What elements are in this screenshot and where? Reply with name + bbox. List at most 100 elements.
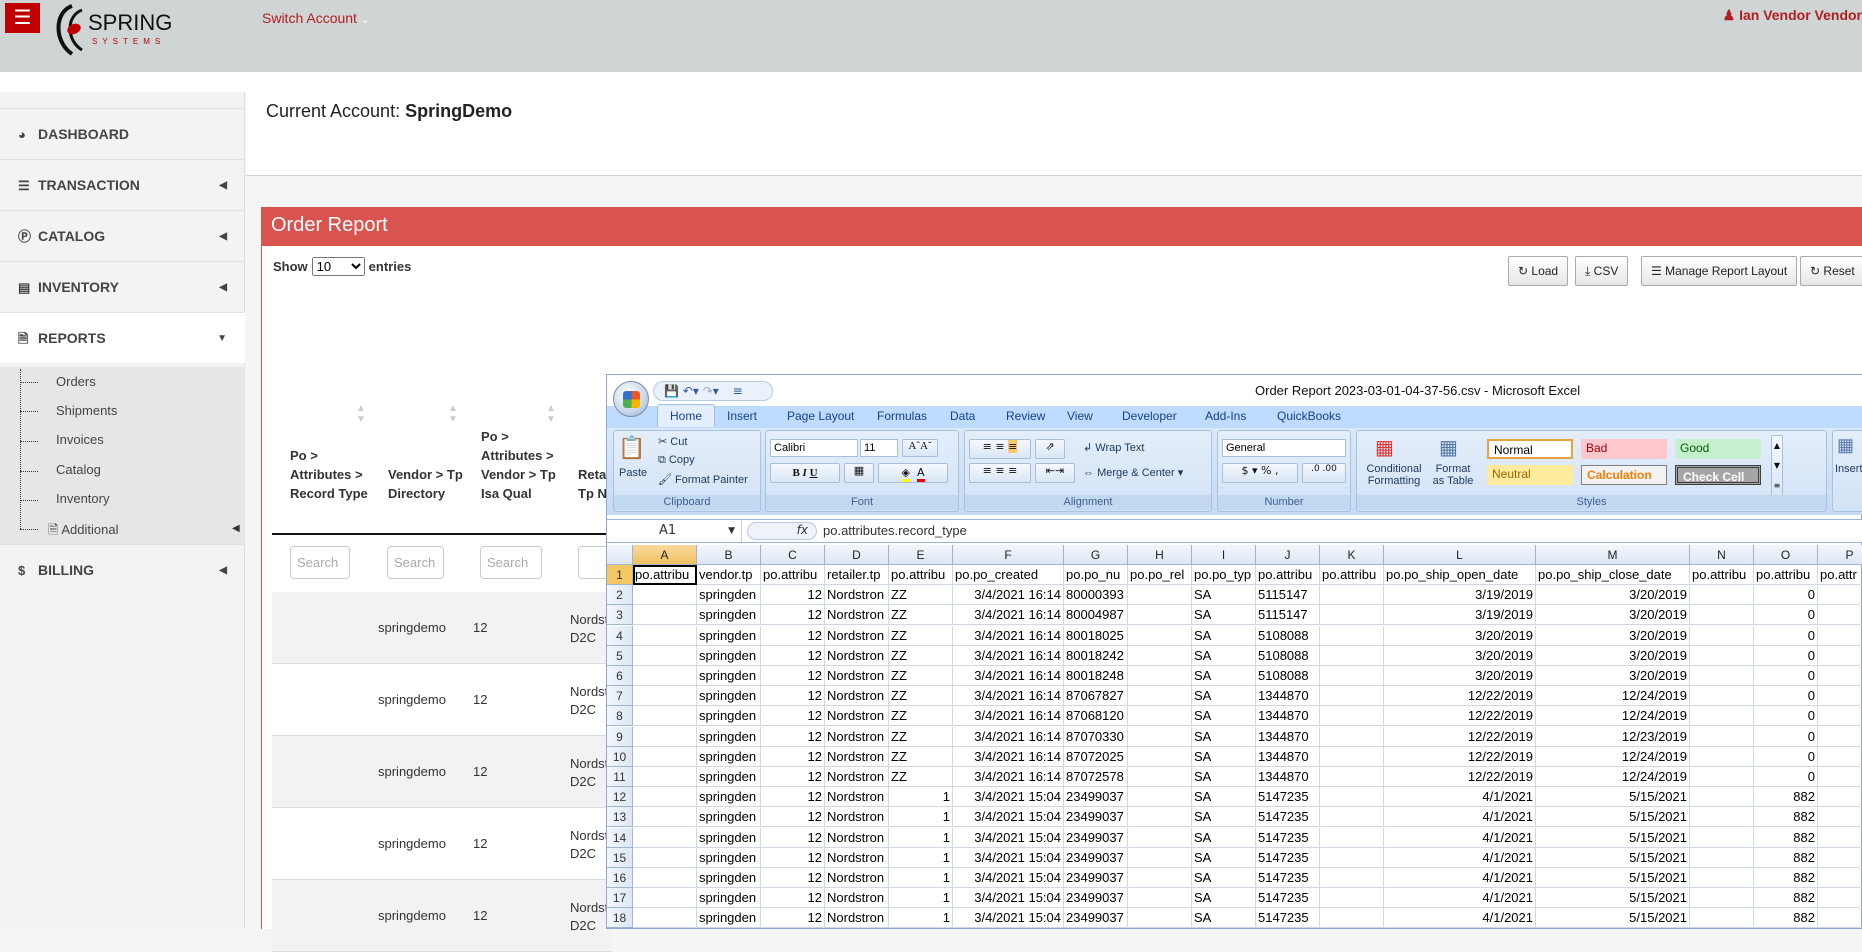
spreadsheet-cell[interactable] [633,686,697,706]
format-painter-button[interactable]: 🖌 Format Painter [658,473,748,486]
spreadsheet-cell[interactable]: springden [697,605,761,625]
row-header[interactable]: 15 [607,848,633,868]
spreadsheet-cell[interactable]: 23499037 [1064,787,1128,807]
spreadsheet-cell[interactable]: po.attribu [1754,565,1818,585]
spreadsheet-cell[interactable]: 12 [761,807,825,827]
spreadsheet-cell[interactable] [633,747,697,767]
spreadsheet-cell[interactable] [633,646,697,666]
cell-style-neutral[interactable]: Neutral [1487,465,1573,485]
spreadsheet-cell[interactable]: SA [1192,807,1256,827]
spreadsheet-cell[interactable]: 5147235 [1256,888,1320,908]
spreadsheet-cell[interactable]: SA [1192,626,1256,646]
spreadsheet-cell[interactable]: 23499037 [1064,848,1128,868]
spreadsheet-cell[interactable]: 0 [1754,706,1818,726]
spreadsheet-cell[interactable]: 0 [1754,767,1818,787]
row-header[interactable]: 18 [607,908,633,928]
spreadsheet-cell[interactable]: 23499037 [1064,888,1128,908]
spreadsheet-cell[interactable]: po.attribu [761,565,825,585]
spreadsheet-cell[interactable] [1818,787,1862,807]
spreadsheet-cell[interactable]: springden [697,888,761,908]
spreadsheet-cell[interactable]: 1 [889,888,953,908]
spreadsheet-cell[interactable] [1690,767,1754,787]
spreadsheet-cell[interactable] [1320,828,1384,848]
table-row[interactable]: springdemo12NordstromD2C [272,736,612,808]
column-header-K[interactable]: K [1320,545,1384,565]
wrap-text-button[interactable]: ↲ Wrap Text [1083,441,1144,454]
manage-report-layout-button[interactable]: ☰ Manage Report Layout [1641,256,1797,286]
spreadsheet-cell[interactable]: 5108088 [1256,646,1320,666]
spreadsheet-cell[interactable] [1818,626,1862,646]
hamburger-menu-button[interactable]: ☰ [5,3,40,33]
spreadsheet-cell[interactable]: 12/24/2019 [1536,767,1690,787]
spreadsheet-cell[interactable] [1320,848,1384,868]
spreadsheet-cell[interactable]: 12 [761,828,825,848]
spreadsheet-cell[interactable] [1128,888,1192,908]
spreadsheet-cell[interactable]: 3/19/2019 [1384,605,1536,625]
spreadsheet-cell[interactable]: 3/4/2021 15:04 [953,848,1064,868]
spreadsheet-cell[interactable]: 1 [889,807,953,827]
spreadsheet-cell[interactable]: 87072025 [1064,747,1128,767]
spreadsheet-cell[interactable]: 12 [761,767,825,787]
spreadsheet-cell[interactable]: 3/4/2021 15:04 [953,868,1064,888]
spreadsheet-cell[interactable] [1128,767,1192,787]
spreadsheet-cell[interactable]: 12 [761,605,825,625]
spreadsheet-cell[interactable]: springden [697,646,761,666]
row-header[interactable]: 9 [607,727,633,747]
spreadsheet-cell[interactable]: po.po_ship_close_date [1536,565,1690,585]
spreadsheet-cell[interactable]: 5/15/2021 [1536,908,1690,928]
spreadsheet-cell[interactable]: 882 [1754,828,1818,848]
spreadsheet-cell[interactable]: 4/1/2021 [1384,828,1536,848]
spreadsheet-cell[interactable]: po.attribu [1320,565,1384,585]
cell-style-check-cell[interactable]: Check Cell [1675,465,1761,485]
spreadsheet-cell[interactable]: 1344870 [1256,747,1320,767]
spreadsheet-cell[interactable]: SA [1192,706,1256,726]
sidebar-item-dashboard[interactable]: ◕DASHBOARD [0,108,245,159]
spreadsheet-cell[interactable] [633,706,697,726]
row-header[interactable]: 11 [607,767,633,787]
spreadsheet-cell[interactable]: springden [697,807,761,827]
spreadsheet-cell[interactable] [633,888,697,908]
row-header[interactable]: 14 [607,828,633,848]
spreadsheet-cell[interactable]: Nordstron [825,666,889,686]
spreadsheet-cell[interactable]: ZZ [889,706,953,726]
orientation-icon[interactable]: ⇗ [1035,439,1065,459]
spreadsheet-cell[interactable]: 5147235 [1256,908,1320,928]
spreadsheet-cell[interactable] [1690,706,1754,726]
fill-font-color-buttons[interactable]: ◈ A [878,463,948,483]
spreadsheet-cell[interactable]: 5108088 [1256,666,1320,686]
spreadsheet-cell[interactable]: ZZ [889,767,953,787]
merge-center-button[interactable]: ⇔ Merge & Center ▾ [1083,466,1183,479]
spreadsheet-cell[interactable]: 3/20/2019 [1384,626,1536,646]
customize-qat-icon[interactable]: ≡ [733,384,743,398]
spreadsheet-cell[interactable] [1690,646,1754,666]
row-header[interactable]: 2 [607,585,633,605]
spreadsheet-cell[interactable]: Nordstron [825,747,889,767]
spreadsheet-cell[interactable]: 0 [1754,605,1818,625]
spreadsheet-cell[interactable]: 12 [761,626,825,646]
spreadsheet-cell[interactable] [633,787,697,807]
spreadsheet-cell[interactable]: 1344870 [1256,727,1320,747]
spreadsheet-cell[interactable] [1818,706,1862,726]
spreadsheet-cell[interactable]: 3/20/2019 [1384,646,1536,666]
spreadsheet-cell[interactable]: 23499037 [1064,868,1128,888]
spreadsheet-cell[interactable]: 3/4/2021 16:14 [953,767,1064,787]
spreadsheet-cell[interactable]: 5/15/2021 [1536,848,1690,868]
spreadsheet-grid[interactable]: ABCDEFGHIJKLMNOP1po.attribuvendor.tppo.a… [607,545,1862,930]
spreadsheet-cell[interactable]: 12 [761,646,825,666]
spreadsheet-cell[interactable]: 3/20/2019 [1536,666,1690,686]
spreadsheet-cell[interactable]: 0 [1754,646,1818,666]
spreadsheet-cell[interactable]: 80000393 [1064,585,1128,605]
column-header-P[interactable]: P [1818,545,1862,565]
spreadsheet-cell[interactable] [1320,908,1384,928]
table-row[interactable]: springdemo12NordstromD2C [272,880,612,952]
spreadsheet-cell[interactable] [633,626,697,646]
spreadsheet-cell[interactable]: Nordstron [825,605,889,625]
insert-cells-icon[interactable]: ▦ [1837,435,1854,456]
spreadsheet-cell[interactable]: 1 [889,908,953,928]
spreadsheet-cell[interactable] [1818,908,1862,928]
spreadsheet-cell[interactable]: 5/15/2021 [1536,807,1690,827]
spreadsheet-cell[interactable] [633,908,697,928]
spreadsheet-cell[interactable]: 5/15/2021 [1536,787,1690,807]
spreadsheet-cell[interactable]: SA [1192,605,1256,625]
spreadsheet-cell[interactable]: 23499037 [1064,807,1128,827]
